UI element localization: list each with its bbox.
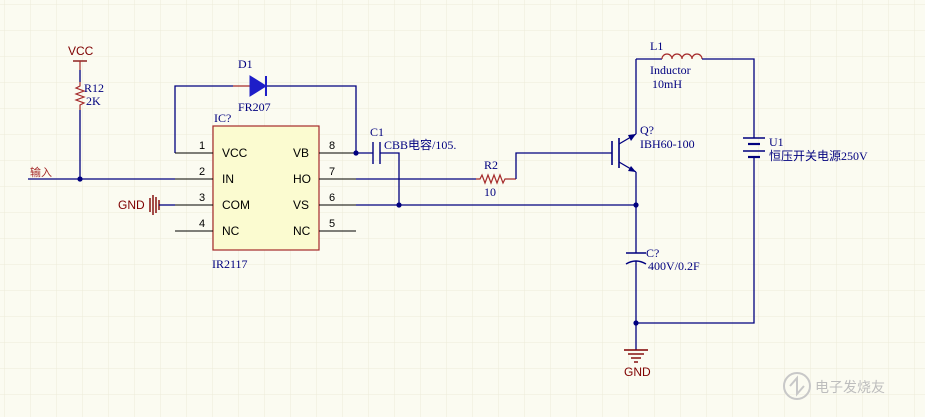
- svg-text:HO: HO: [293, 172, 311, 186]
- ic-part: IR2117: [212, 257, 248, 271]
- ic-designator: IC?: [214, 111, 231, 125]
- svg-text:VCC: VCC: [222, 146, 248, 160]
- junction-input: [77, 176, 83, 182]
- d1-designator: D1: [238, 57, 253, 71]
- junction-vs: [396, 202, 402, 208]
- l1-part: Inductor: [650, 63, 691, 77]
- c1-designator: C1: [370, 125, 384, 139]
- svg-text:IN: IN: [222, 172, 234, 186]
- watermark-text: 电子发烧友: [815, 380, 885, 396]
- l1-designator: L1: [650, 39, 663, 53]
- vcc-label: VCC: [68, 44, 94, 58]
- svg-text:VS: VS: [293, 198, 309, 212]
- svg-text:NC: NC: [293, 224, 311, 238]
- r12-designator: R12: [84, 81, 104, 95]
- u1-designator: U1: [769, 135, 784, 149]
- q-value: IBH60-100: [640, 137, 695, 151]
- u1-value: 恒压开关电源250V: [769, 149, 868, 163]
- input-net-label: 输入: [30, 165, 52, 179]
- resistor-r12[interactable]: R12 2K: [74, 81, 104, 110]
- c1-value: CBB电容/105.: [384, 137, 456, 152]
- q-designator: Q?: [640, 123, 654, 137]
- svg-text:7: 7: [329, 166, 335, 178]
- c-bottom-designator: C?: [646, 246, 659, 260]
- r12-value: 2K: [86, 94, 101, 108]
- svg-text:1: 1: [199, 140, 205, 152]
- l1-value: 10mH: [652, 77, 682, 91]
- r2-designator: R2: [484, 158, 498, 172]
- gnd-bottom-label: GND: [624, 365, 651, 379]
- svg-text:5: 5: [329, 218, 335, 230]
- c-bottom-value: 400V/0.2F: [648, 259, 700, 273]
- svg-text:6: 6: [329, 192, 335, 204]
- svg-text:3: 3: [199, 192, 205, 204]
- svg-text:VB: VB: [293, 146, 309, 160]
- svg-text:NC: NC: [222, 224, 240, 238]
- r2-value: 10: [484, 185, 496, 199]
- svg-text:2: 2: [199, 166, 205, 178]
- schematic-canvas: VCC R12 2K 输入 D1 FR207 IC? IR2117 1 VCC …: [0, 0, 925, 417]
- svg-text:8: 8: [329, 140, 335, 152]
- gnd-left-label: GND: [118, 198, 145, 212]
- svg-text:COM: COM: [222, 198, 250, 212]
- svg-text:4: 4: [199, 218, 205, 230]
- d1-value: FR207: [238, 100, 271, 114]
- junction-gnd: [633, 320, 639, 326]
